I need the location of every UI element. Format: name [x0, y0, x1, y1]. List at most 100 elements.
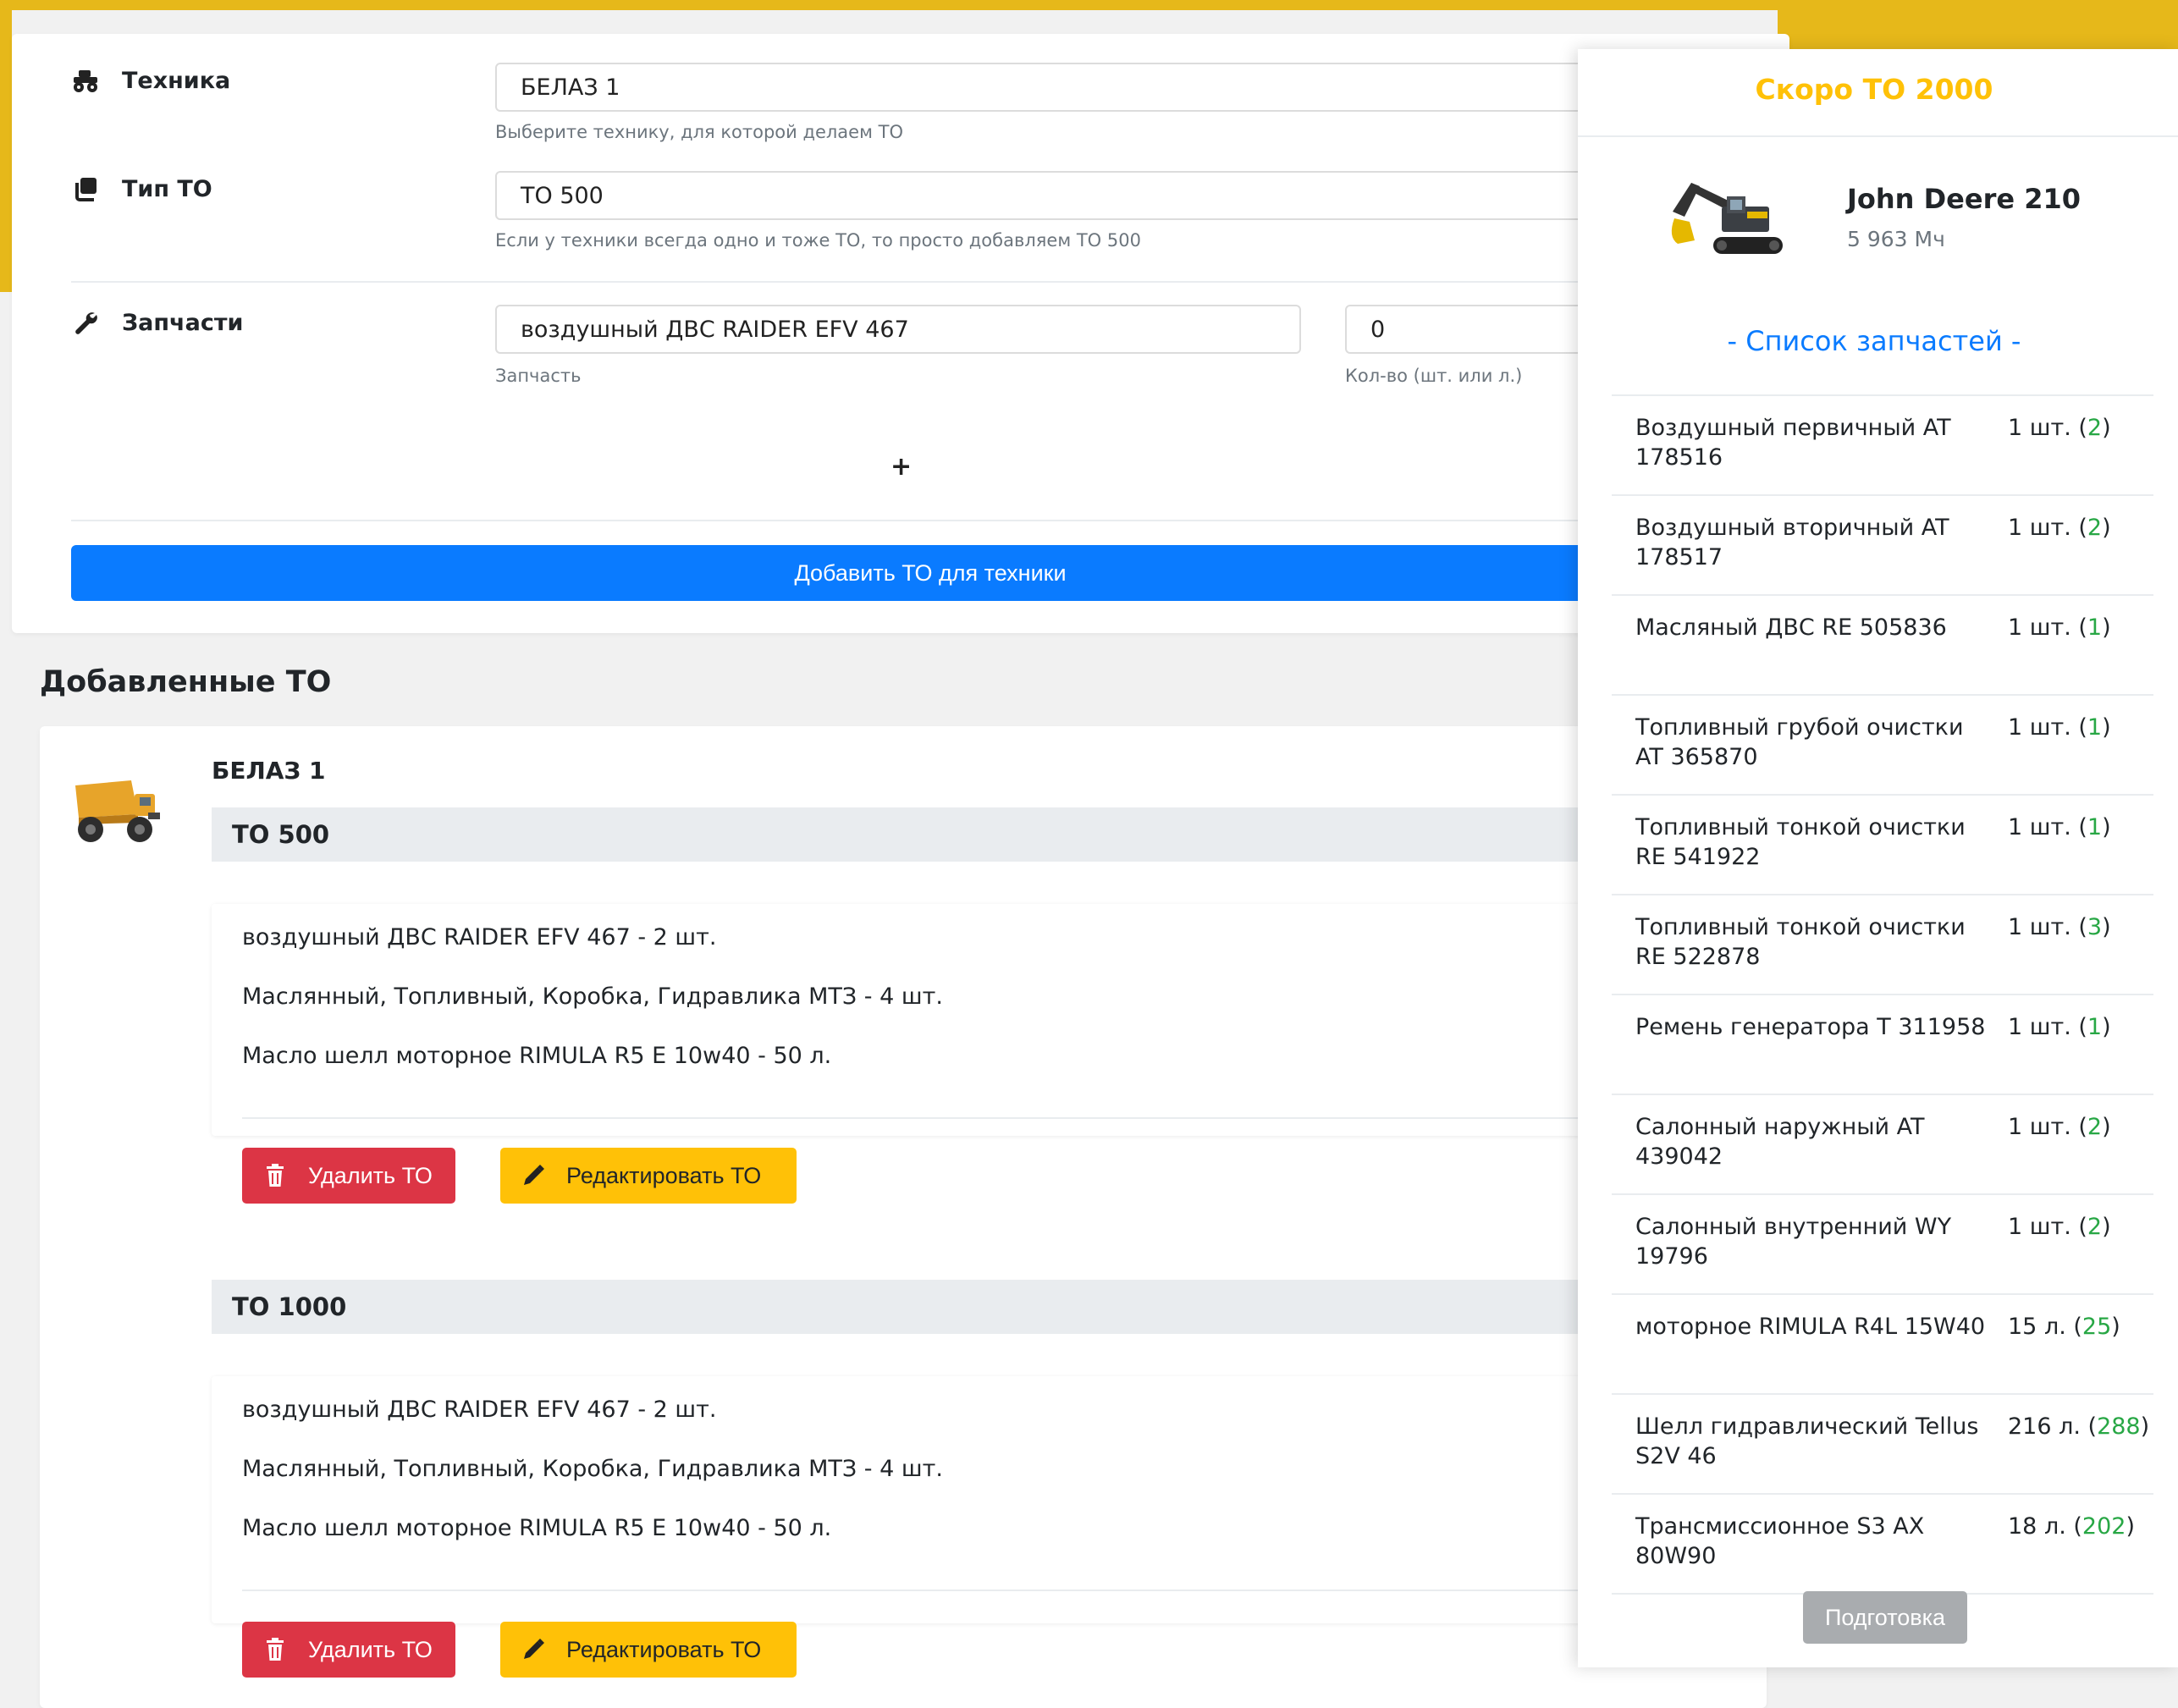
part-required-quantity: 1 шт. (: [2008, 914, 2087, 940]
background-band-right: [1778, 0, 2178, 51]
prepare-button[interactable]: Подготовка: [1803, 1591, 1967, 1644]
part-name: Воздушный первичный AT 178516: [1635, 415, 1951, 471]
part-name: Салонный наружный AT 439042: [1635, 1114, 1925, 1170]
vehicle-hint: Выберите технику, для которой делаем ТО: [495, 122, 903, 142]
parts-list-item: Воздушный вторичный AT 178517 1 шт. (2): [1612, 494, 2153, 594]
to-part-line: воздушный ДВС RAIDER EFV 467 - 2 шт.: [242, 924, 717, 950]
upcoming-to-title: Скоро ТО 2000: [1755, 73, 1993, 106]
part-stock-quantity: 1: [2087, 814, 2103, 840]
part-quantity-close: ): [2102, 814, 2111, 840]
vehicle-label: Техника: [122, 67, 231, 94]
part-quantity-close: ): [2102, 914, 2111, 940]
form-divider-bottom: [71, 520, 1789, 521]
quantity-hint: Кол-во (шт. или л.): [1345, 366, 1523, 386]
part-input-value: воздушный ДВС RAIDER EFV 467: [521, 316, 909, 343]
excavator-image: [1666, 178, 1793, 274]
part-required-quantity: 1 шт. (: [2008, 415, 2087, 441]
part-quantity: 1 шт. (2): [2008, 1212, 2111, 1242]
panel-title-divider: [1578, 135, 2178, 137]
to-header-label: ТО 1000: [232, 1292, 347, 1321]
part-quantity: 1 шт. (2): [2008, 413, 2111, 443]
added-to-card: БЕЛАЗ 1 ТО 500 воздушный ДВС RAIDER EFV …: [40, 726, 1786, 1708]
to-part-line: Масло шелл моторное RIMULA R5 E 10w40 - …: [242, 1043, 832, 1069]
part-required-quantity: 1 шт. (: [2008, 814, 2087, 840]
part-stock-quantity: 2: [2087, 415, 2103, 441]
part-quantity: 18 л. (202): [2008, 1512, 2135, 1541]
monster-truck-icon: [71, 66, 100, 95]
to-header-1000: ТО 1000: [212, 1280, 1786, 1334]
part-quantity: 1 шт. (1): [2008, 1012, 2111, 1042]
part-quantity-close: ): [2102, 1114, 2111, 1140]
parts-label-row: Запчасти: [71, 308, 243, 337]
part-name: Салонный внутренний WY 19796: [1635, 1214, 1952, 1270]
pen-icon: [521, 1163, 546, 1188]
part-required-quantity: 216 л. (: [2008, 1413, 2098, 1440]
part-required-quantity: 1 шт. (: [2008, 614, 2087, 641]
part-quantity-close: ): [2102, 415, 2111, 441]
part-input[interactable]: воздушный ДВС RAIDER EFV 467: [495, 305, 1301, 354]
part-name: Воздушный вторичный AT 178517: [1635, 515, 1949, 570]
part-required-quantity: 1 шт. (: [2008, 714, 2087, 741]
part-quantity-close: ): [2102, 1214, 2111, 1240]
part-name: Ремень генератора T 311958: [1635, 1014, 1986, 1040]
to-part-line: Масло шелл моторное RIMULA R5 E 10w40 - …: [242, 1515, 832, 1541]
add-to-submit-button[interactable]: Добавить ТО для техники: [71, 545, 1789, 601]
part-stock-quantity: 1: [2087, 714, 2103, 741]
part-quantity: 1 шт. (1): [2008, 813, 2111, 842]
part-name: Топливный грубой очистки AT 365870: [1635, 714, 1964, 770]
part-required-quantity: 1 шт. (: [2008, 1214, 2087, 1240]
part-stock-quantity: 2: [2087, 515, 2103, 541]
to-type-hint: Если у техники всегда одно и тоже ТО, то…: [495, 230, 1141, 251]
edit-to-label: Редактировать ТО: [566, 1162, 762, 1188]
part-quantity-close: ): [2140, 1413, 2150, 1440]
parts-list-item: Топливный тонкой очистки RE 541922 1 шт. …: [1612, 794, 2153, 894]
part-required-quantity: 1 шт. (: [2008, 1114, 2087, 1140]
part-quantity-close: ): [2102, 1014, 2111, 1040]
delete-to-label: Удалить ТО: [308, 1162, 433, 1188]
part-quantity: 1 шт. (3): [2008, 912, 2111, 942]
edit-to-button[interactable]: Редактировать ТО: [500, 1622, 797, 1678]
trash-icon: [262, 1163, 288, 1188]
edit-to-button[interactable]: Редактировать ТО: [500, 1148, 797, 1204]
to-header-label: ТО 500: [232, 820, 330, 849]
parts-list-item: Шелл гидравлический Tellus S2V 46 216 л. …: [1612, 1393, 2153, 1493]
trash-icon: [262, 1637, 288, 1662]
part-name: моторное RIMULA R4L 15W40: [1635, 1314, 1986, 1340]
parts-list-item: Масляный ДВС RE 505836 1 шт. (1): [1612, 594, 2153, 694]
to-details-500: воздушный ДВС RAIDER EFV 467 - 2 шт. Мас…: [212, 904, 1786, 1136]
machine-hours: 5 963 Мч: [1847, 227, 1945, 251]
clone-icon: [71, 174, 100, 203]
to-divider: [242, 1117, 1786, 1119]
part-stock-quantity: 2: [2087, 1214, 2103, 1240]
part-quantity: 1 шт. (2): [2008, 1112, 2111, 1142]
part-quantity: 1 шт. (1): [2008, 613, 2111, 642]
part-name: Трансмиссионное S3 AX 80W90: [1635, 1513, 1925, 1569]
to-part-line: Маслянный, Топливный, Коробка, Гидравлик…: [242, 1456, 943, 1482]
part-quantity: 216 л. (288): [2008, 1412, 2149, 1441]
part-stock-quantity: 25: [2082, 1314, 2112, 1340]
part-required-quantity: 1 шт. (: [2008, 1014, 2087, 1040]
quantity-input-value: 0: [1370, 316, 1386, 343]
parts-list-item: Салонный наружный AT 439042 1 шт. (2): [1612, 1094, 2153, 1193]
part-quantity-close: ): [2126, 1513, 2135, 1540]
delete-to-button[interactable]: Удалить ТО: [242, 1622, 455, 1678]
added-to-section-title: Добавленные ТО: [40, 665, 332, 699]
added-vehicle-name: БЕЛАЗ 1: [212, 757, 326, 785]
to-divider: [242, 1590, 1786, 1591]
part-required-quantity: 15 л. (: [2008, 1314, 2082, 1340]
part-stock-quantity: 1: [2087, 1014, 2103, 1040]
pen-icon: [521, 1637, 546, 1662]
dump-truck-image: [70, 772, 165, 848]
parts-list-link[interactable]: - Список запчастей -: [1578, 325, 2170, 357]
parts-list-item: моторное RIMULA R4L 15W40 15 л. (25): [1612, 1293, 2153, 1393]
machine-name: John Deere 210: [1847, 183, 2081, 215]
part-stock-quantity: 202: [2082, 1513, 2126, 1540]
part-quantity-close: ): [2102, 714, 2111, 741]
add-part-row-button[interactable]: +: [890, 452, 912, 482]
part-stock-quantity: 1: [2087, 614, 2103, 641]
parts-label: Запчасти: [122, 309, 244, 336]
vehicle-select-value: БЕЛАЗ 1: [521, 74, 620, 101]
part-stock-quantity: 2: [2087, 1114, 2103, 1140]
parts-list-item: Салонный внутренний WY 19796 1 шт. (2): [1612, 1193, 2153, 1293]
delete-to-button[interactable]: Удалить ТО: [242, 1148, 455, 1204]
